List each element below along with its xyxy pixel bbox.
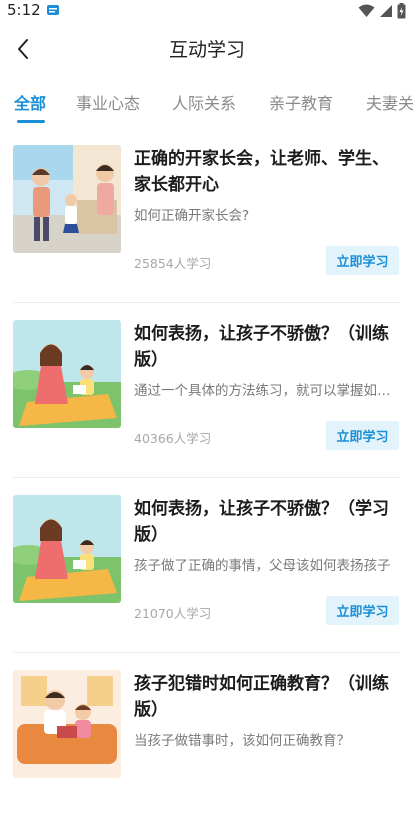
learner-count: 21070人学习 xyxy=(134,606,212,621)
wifi-icon xyxy=(358,4,375,17)
tab-relationships[interactable]: 人际关系 xyxy=(172,90,236,114)
signal-icon xyxy=(380,5,392,17)
tab-marriage[interactable]: 夫妻关系 xyxy=(366,90,414,114)
tab-parenting[interactable]: 亲子教育 xyxy=(269,90,333,114)
battery-icon xyxy=(397,3,406,19)
learner-count: 40366人学习 xyxy=(134,431,212,446)
course-thumbnail xyxy=(13,320,121,428)
status-time: 5:12 xyxy=(7,1,41,19)
nav-bar: 互动学习 xyxy=(0,22,414,76)
course-description: 当孩子做错事时，该如何正确教育？ xyxy=(134,733,350,749)
tab-all[interactable]: 全部 xyxy=(14,90,46,114)
tab-career[interactable]: 事业心态 xyxy=(76,90,140,114)
tab-active-indicator xyxy=(17,120,45,123)
course-thumbnail xyxy=(13,495,121,603)
course-thumbnail xyxy=(13,670,121,778)
course-thumbnail xyxy=(13,145,121,253)
status-bar: 5:12 xyxy=(0,0,414,22)
start-learning-button[interactable]: 立即学习 xyxy=(326,421,399,450)
course-description: 孩子做了正确的事情，父母该如何表扬孩子 xyxy=(134,558,391,574)
course-title: 孩子犯错时如何正确教育？（训练版） xyxy=(134,674,389,720)
course-card[interactable]: 正确的开家长会，让老师、学生、家长都开心 如何正确开家长会? 25854人学习 … xyxy=(0,128,414,303)
page-title: 互动学习 xyxy=(168,39,245,61)
status-icons xyxy=(358,2,406,20)
app-notification-icon xyxy=(47,5,59,15)
course-card[interactable]: 如何表扬，让孩子不骄傲？（训练版） 通过一个具体的方法练习，就可以掌握如何表扬孩… xyxy=(0,303,414,478)
learner-count: 25854人学习 xyxy=(134,256,212,271)
course-card[interactable]: 如何表扬，让孩子不骄傲？（学习版） 孩子做了正确的事情，父母该如何表扬孩子 21… xyxy=(0,478,414,653)
category-tabs: 全部 事业心态 人际关系 亲子教育 夫妻关系 xyxy=(0,82,414,126)
course-title: 正确的开家长会，让老师、学生、家长都开心 xyxy=(134,149,389,195)
start-learning-button[interactable]: 立即学习 xyxy=(326,596,399,625)
course-card[interactable]: 孩子犯错时如何正确教育？（训练版） 当孩子做错事时，该如何正确教育？ xyxy=(0,653,414,828)
course-title: 如何表扬，让孩子不骄傲？（学习版） xyxy=(134,499,389,545)
course-description: 通过一个具体的方法练习，就可以掌握如何表扬孩子 xyxy=(134,383,396,399)
course-description: 如何正确开家长会? xyxy=(134,208,250,224)
start-learning-button[interactable]: 立即学习 xyxy=(326,246,399,275)
course-title: 如何表扬，让孩子不骄傲？（训练版） xyxy=(134,324,389,370)
